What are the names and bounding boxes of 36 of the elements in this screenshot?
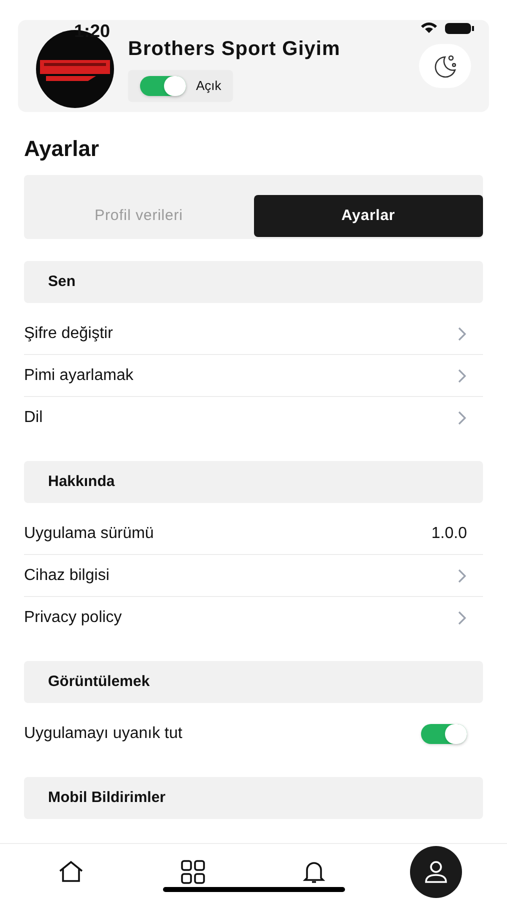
section-title: Sen	[48, 272, 76, 292]
chevron-icon	[457, 568, 467, 582]
status-icons	[419, 20, 475, 36]
settings-row[interactable]: Privacy policy	[24, 597, 483, 639]
chevron-icon	[457, 326, 467, 340]
settings-row[interactable]: Uygulama sürümü 1.0.0	[24, 513, 483, 555]
home-icon	[58, 860, 84, 884]
row-label: Şifre değiştir	[24, 324, 113, 344]
section-title: Hakkında	[48, 472, 115, 492]
row-label: Uygulamayı uyanık tut	[24, 724, 182, 744]
chevron-icon	[457, 611, 467, 625]
store-name: Brothers Sport Giyim	[128, 37, 342, 62]
grid-icon	[180, 860, 206, 884]
section-title: Mobil Bildirimler	[48, 788, 166, 808]
row-label: Uygulama sürümü	[24, 524, 154, 544]
page-title: Ayarlar	[24, 135, 100, 163]
chevron-icon	[457, 368, 467, 382]
tab[interactable]: Ayarlar	[254, 195, 483, 237]
theme-moon-button[interactable]	[419, 44, 471, 88]
settings-row[interactable]: Uygulamayı uyanık tut	[24, 713, 483, 755]
settings-row[interactable]: Şifre değiştir	[24, 313, 483, 355]
row-label: Privacy policy	[24, 608, 122, 628]
settings-row[interactable]: Pimi ayarlamak	[24, 355, 483, 397]
toggle-label: Açık	[196, 77, 222, 96]
user-icon	[423, 859, 450, 885]
chevron-icon	[457, 411, 467, 425]
row-value: 1.0.0	[431, 524, 467, 544]
row-label: Dil	[24, 408, 43, 428]
settings-row[interactable]: Cihaz bilgisi	[24, 555, 483, 597]
bell-icon	[301, 859, 328, 885]
section-title: Görüntülemek	[48, 672, 150, 692]
row-label: Pimi ayarlamak	[24, 366, 134, 386]
row-label: Cihaz bilgisi	[24, 566, 110, 586]
toggle-switch[interactable]	[421, 724, 467, 744]
settings-row[interactable]: Dil	[24, 397, 483, 439]
toggle-switch[interactable]	[140, 76, 186, 96]
